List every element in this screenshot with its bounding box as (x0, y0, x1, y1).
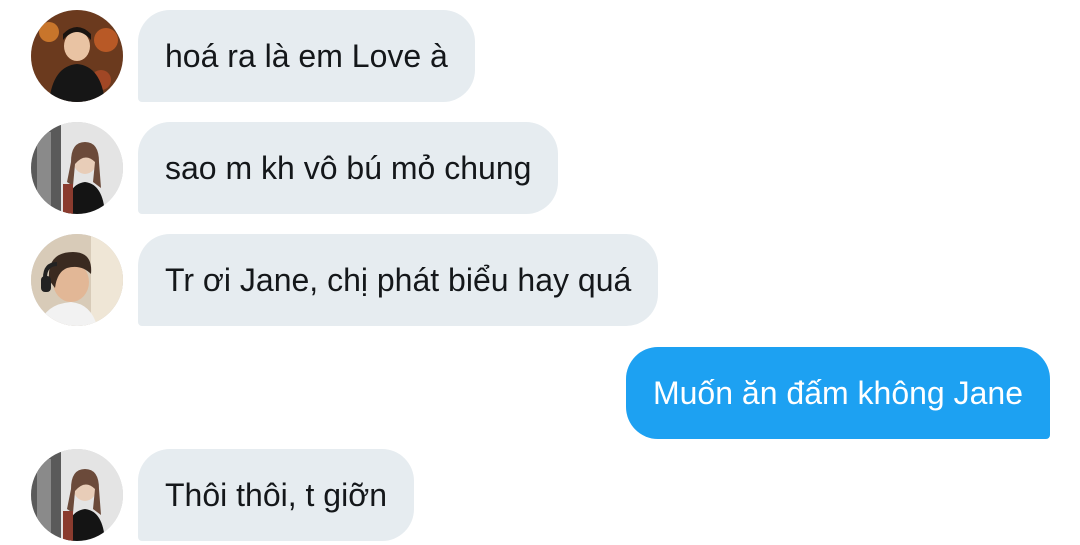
message-thread: hoá ra là em Love à sao m kh vô bú mỏ ch… (0, 0, 1080, 545)
message-bubble[interactable]: Thôi thôi, t giỡn (138, 449, 414, 541)
message-row: sao m kh vô bú mỏ chung (0, 112, 1080, 214)
message-text: sao m kh vô bú mỏ chung (165, 149, 532, 186)
message-bubble-outgoing[interactable]: Muốn ăn đấm không Jane (625, 347, 1050, 439)
user-avatar-2[interactable] (31, 449, 123, 541)
message-text: Muốn ăn đấm không Jane (652, 374, 1023, 411)
message-text: hoá ra là em Love à (165, 37, 448, 74)
message-row: Thôi thôi, t giỡn (0, 439, 1080, 541)
message-row: Muốn ăn đấm không Jane (0, 337, 1080, 439)
message-bubble[interactable]: hoá ra là em Love à (138, 10, 475, 102)
user-avatar-2[interactable] (31, 122, 123, 214)
message-text: Thôi thôi, t giỡn (165, 476, 387, 513)
message-row: hoá ra là em Love à (0, 0, 1080, 102)
user-avatar-1[interactable] (31, 10, 123, 102)
message-text: Tr ơi Jane, chị phát biểu hay quá (165, 261, 632, 298)
message-row: Tr ơi Jane, chị phát biểu hay quá (0, 224, 1080, 326)
message-bubble[interactable]: Tr ơi Jane, chị phát biểu hay quá (138, 234, 659, 326)
user-avatar-3[interactable] (31, 234, 123, 326)
message-bubble[interactable]: sao m kh vô bú mỏ chung (138, 122, 559, 214)
